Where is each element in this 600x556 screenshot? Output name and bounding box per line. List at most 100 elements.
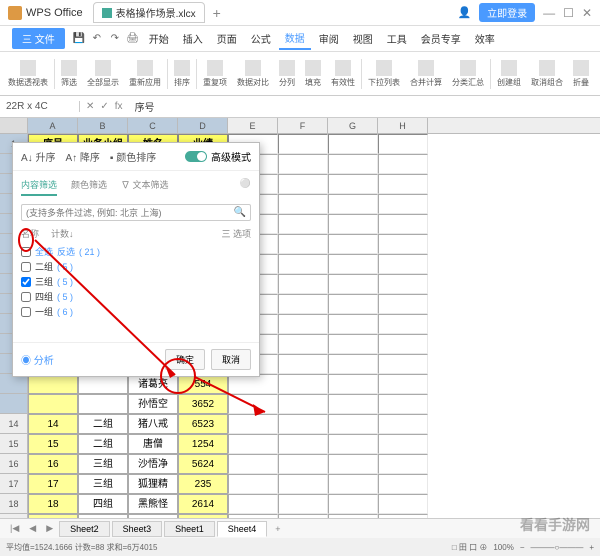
menu-tools[interactable]: 工具	[381, 28, 413, 49]
tab-text-filter[interactable]: ∇ 文本筛选	[121, 175, 169, 196]
cell-empty[interactable]	[278, 154, 328, 174]
cell[interactable]: 17	[28, 474, 78, 494]
zoom-level[interactable]: 100%	[493, 543, 513, 552]
count-column-label[interactable]: 计数↓	[51, 227, 74, 240]
color-sort-button[interactable]: ▪ 颜色排序	[110, 149, 156, 164]
ribbon-13[interactable]: 创建组	[493, 58, 525, 90]
cancel-button[interactable]: 取消	[211, 349, 251, 370]
cell[interactable]: 猪八戒	[128, 414, 178, 434]
ribbon-3[interactable]: 重新应用	[125, 58, 165, 90]
menu-efficiency[interactable]: 效率	[469, 28, 501, 49]
view-buttons[interactable]: □ 田 口 ⊕	[452, 542, 488, 553]
close-button[interactable]: ✕	[582, 6, 592, 20]
cell-empty[interactable]	[278, 514, 328, 518]
ribbon-14[interactable]: 取消组合	[527, 58, 567, 90]
cell-empty[interactable]	[278, 394, 328, 414]
ribbon-10[interactable]: 下拉列表	[364, 58, 404, 90]
cell-empty[interactable]	[378, 234, 428, 254]
row-header[interactable]: 18	[0, 494, 28, 514]
cell-empty[interactable]	[328, 514, 378, 518]
menu-start[interactable]: 开始	[143, 28, 175, 49]
cell-empty[interactable]	[278, 214, 328, 234]
cell-empty[interactable]	[278, 434, 328, 454]
cell-empty[interactable]	[328, 174, 378, 194]
cell-empty[interactable]	[378, 334, 428, 354]
cell-empty[interactable]	[278, 354, 328, 374]
sheet-nav-next[interactable]: ▶	[42, 523, 57, 534]
cell[interactable]	[28, 394, 78, 414]
cell[interactable]: 14	[28, 414, 78, 434]
cell-empty[interactable]	[378, 434, 428, 454]
ribbon-11[interactable]: 合并计算	[406, 58, 446, 90]
cell-empty[interactable]	[278, 334, 328, 354]
filter-item[interactable]: 二组 ( 5 )	[21, 259, 251, 274]
cell-empty[interactable]	[378, 494, 428, 514]
col-header-a[interactable]: A	[28, 118, 78, 133]
menu-insert[interactable]: 插入	[177, 28, 209, 49]
cell-empty[interactable]	[228, 414, 278, 434]
sheet-tab-active[interactable]: Sheet4	[217, 521, 268, 537]
file-menu[interactable]: 三 文件	[12, 28, 65, 49]
ribbon-0[interactable]: 数据透视表	[4, 58, 52, 90]
filter-checkbox[interactable]	[21, 292, 31, 302]
menu-member[interactable]: 会员专享	[415, 28, 467, 49]
cell-empty[interactable]	[378, 354, 428, 374]
redo-icon[interactable]: ↷	[107, 31, 123, 47]
cell-empty[interactable]	[278, 494, 328, 514]
row-header[interactable]: 19	[0, 514, 28, 518]
cell[interactable]: 沙悟净	[128, 454, 178, 474]
row-header[interactable]: 16	[0, 454, 28, 474]
cell[interactable]: 唐僧	[128, 434, 178, 454]
maximize-button[interactable]: ☐	[563, 6, 574, 20]
cell[interactable]: 6523	[178, 414, 228, 434]
cell-empty[interactable]	[228, 374, 278, 394]
analyze-button[interactable]: ◉ 分析	[21, 352, 54, 367]
col-header-b[interactable]: B	[78, 118, 128, 133]
cell-empty[interactable]	[378, 374, 428, 394]
cell[interactable]	[78, 394, 128, 414]
cell-empty[interactable]	[328, 274, 378, 294]
col-header-d[interactable]: D	[178, 118, 228, 133]
cell-empty[interactable]	[278, 474, 328, 494]
sheet-nav-first[interactable]: |◀	[6, 523, 23, 534]
cell-empty[interactable]	[278, 294, 328, 314]
cell-empty[interactable]	[328, 374, 378, 394]
new-tab-button[interactable]: +	[213, 5, 221, 21]
filter-item[interactable]: 三组 ( 5 )	[21, 274, 251, 289]
filter-item[interactable]: 一组 ( 6 )	[21, 304, 251, 319]
cell[interactable]: 狐狸精	[128, 474, 178, 494]
cell-empty[interactable]	[378, 514, 428, 518]
accept-fx-icon[interactable]: ✓	[100, 101, 108, 112]
cell-empty[interactable]	[328, 334, 378, 354]
cell-empty[interactable]	[328, 194, 378, 214]
cell[interactable]: 1254	[178, 434, 228, 454]
cell-empty[interactable]	[228, 434, 278, 454]
row-header[interactable]	[0, 394, 28, 414]
advanced-toggle[interactable]	[185, 151, 207, 162]
formula-input[interactable]: 序号	[129, 99, 600, 114]
tab-color-filter[interactable]: 颜色筛选	[71, 175, 107, 196]
cell[interactable]: 四组	[78, 494, 128, 514]
col-header-h[interactable]: H	[378, 118, 428, 133]
sheet-tab[interactable]: Sheet2	[59, 521, 110, 537]
cell-empty[interactable]	[378, 134, 428, 154]
sheet-tab[interactable]: Sheet3	[112, 521, 163, 537]
cell-empty[interactable]	[278, 414, 328, 434]
print-icon[interactable]: 🖨	[125, 31, 141, 47]
menu-page[interactable]: 页面	[211, 28, 243, 49]
cell[interactable]: 235	[178, 474, 228, 494]
cell[interactable]: 二组	[78, 414, 128, 434]
cell-empty[interactable]	[328, 294, 378, 314]
document-tab[interactable]: 表格操作场景.xlcx	[93, 2, 205, 23]
cell[interactable]: 554	[178, 374, 228, 394]
cell-empty[interactable]	[378, 214, 428, 234]
clear-filter-button[interactable]: ⚪	[240, 175, 251, 196]
row-header[interactable]: 15	[0, 434, 28, 454]
menu-review[interactable]: 审阅	[313, 28, 345, 49]
cell-empty[interactable]	[328, 254, 378, 274]
col-header-c[interactable]: C	[128, 118, 178, 133]
cell-empty[interactable]	[378, 414, 428, 434]
cell-empty[interactable]	[328, 314, 378, 334]
zoom-out-button[interactable]: −	[520, 543, 525, 552]
cell-empty[interactable]	[378, 474, 428, 494]
